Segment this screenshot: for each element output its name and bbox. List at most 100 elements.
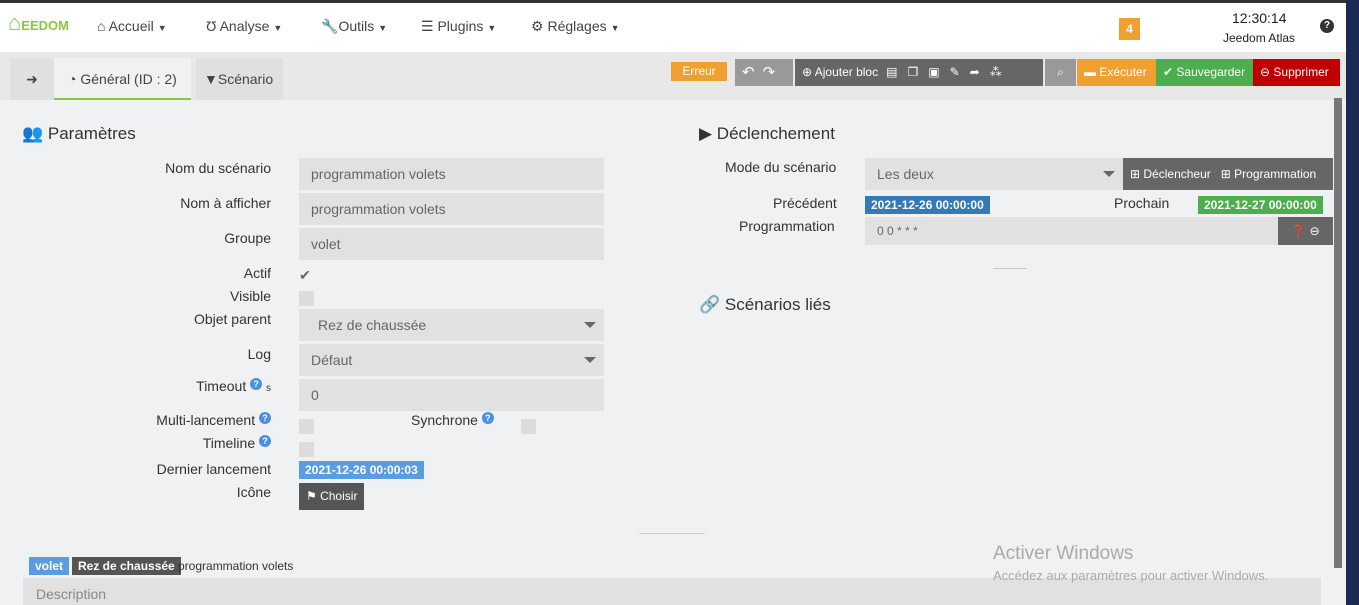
nav-outils[interactable]: 🔧Outils ▼ [321,18,387,35]
sync-checkbox[interactable] [521,419,536,434]
multi-checkbox[interactable] [299,419,314,434]
scrollbar[interactable] [1334,98,1342,568]
linked-title-text: Scénarios liés [724,295,831,314]
search-button[interactable]: ⌕ [1045,59,1076,86]
file-icon[interactable]: ▤ [886,65,907,79]
top-navbar [0,0,1346,52]
nav-analyse[interactable]: Ʊ Analyse ▼ [206,18,282,34]
sync-label: Synchrone ? [411,412,494,428]
help-icon[interactable]: ? [250,378,263,390]
back-button[interactable]: ➜ [10,58,54,100]
filter-icon: ▼ [204,71,218,87]
add-block-button[interactable]: ⊕ Ajouter bloc [802,65,878,79]
save-button[interactable]: ✔ Sauvegarder [1156,59,1253,86]
add-schedule-button[interactable]: ⊞ Programmation [1221,167,1316,181]
nav-accueil[interactable]: ⌂ Accueil ▼ [97,18,167,34]
nav-reglages[interactable]: ⚙ Réglages ▼ [531,18,620,35]
timeout-unit: s [266,383,271,394]
schedule-label: Programmation [739,218,835,234]
choose-icon-button[interactable]: ⚑ Choisir [299,483,365,510]
undo-redo-group: ↶↷ [735,59,793,86]
nav-label: Outils [338,18,375,34]
status-badge: Erreur [671,62,727,81]
scenario-name-input[interactable]: programmation volets [299,158,604,190]
mode-label: Mode du scénario [725,159,837,175]
delete-button[interactable]: ⊖ Supprimer [1253,59,1340,86]
edit-icon[interactable]: ✎ [950,65,970,79]
help-icon[interactable]: ? [259,412,271,424]
help-icon[interactable]: ❓ [1291,224,1306,238]
params-title: 👥 Paramètres [22,124,136,144]
nav-plugins[interactable]: ☰ Plugins ▼ [421,18,496,35]
help-icon[interactable]: ? [481,412,494,424]
log-label: Log [247,346,271,362]
tag-group: volet [29,557,70,575]
last-run-label: Dernier lancement [156,461,271,477]
timeout-input[interactable]: 0 [299,379,604,411]
share-icon[interactable]: ➦ [970,65,990,79]
execute-label: Exécuter [1099,65,1147,79]
help-icon[interactable]: ? [1320,19,1334,33]
trigger-buttons: ⊞ Déclencheur ⊞ Programmation [1123,158,1333,190]
next-date-badge: 2021-12-27 00:00:00 [1198,196,1323,214]
nav-label: Réglages [547,18,607,34]
execute-button[interactable]: ▬ Exécuter [1077,59,1156,86]
dashboard-icon: ◔ [68,71,81,87]
notification-badge[interactable]: 4 [1119,18,1140,40]
watermark-subtitle: Accédez aux paramètres pour activer Wind… [993,568,1269,583]
flag-icon: ⚑ [306,489,321,503]
log-select[interactable]: Défaut [299,344,604,376]
gamepad-icon: ▬ [1084,65,1100,79]
divider [639,533,705,534]
parent-object-select[interactable]: Rez de chaussée [299,309,604,341]
home-icon: ⌂ [97,18,109,34]
last-run-badge: 2021-12-26 00:00:03 [299,461,424,479]
visible-checkbox[interactable] [299,291,314,306]
copy-icon[interactable]: ❐ [907,65,928,79]
group-label: Groupe [224,230,271,246]
redo-icon[interactable]: ↷ [763,64,784,81]
dependencies-icon[interactable]: ⁂ [990,65,1012,79]
trigger-title-text: Déclenchement [716,124,835,143]
users-icon: 👥 [22,124,48,143]
tab-label: Scénario [217,71,274,87]
timeout-label-text: Timeout [196,378,247,394]
display-name-input[interactable]: programmation volets [299,193,604,225]
jeedom-logo[interactable]: ⌂EEDOM [8,10,69,36]
group-input[interactable]: volet [299,228,604,260]
select-icon[interactable]: ▣ [928,65,949,79]
help-icon[interactable]: ? [259,435,271,447]
tab-general[interactable]: ◔ Général (ID : 2) [54,58,191,100]
jeedom-window: ⌂EEDOM ⌂ Accueil ▼ Ʊ Analyse ▼ 🔧Outils ▼ ☰ … [0,0,1346,605]
add-trigger-button[interactable]: ⊞ Déclencheur [1130,167,1211,181]
choose-label: Choisir [320,489,358,503]
visible-label: Visible [230,288,271,304]
next-label: Prochain [1114,195,1170,211]
list-icon: ☰ [421,18,438,34]
undo-icon[interactable]: ↶ [742,64,763,81]
save-label: Sauvegarder [1176,65,1246,79]
remove-icon[interactable]: ⊖ [1310,224,1320,238]
name-label: Nom du scénario [165,160,271,176]
minus-circle-icon: ⊖ [1260,65,1274,79]
tag-parent: Rez de chaussée [72,557,181,575]
add-block-label: Ajouter bloc [814,65,879,79]
play-circle-icon: ▶ [699,124,717,143]
params-title-text: Paramètres [47,124,136,143]
linked-title: 🔗 Scénarios liés [699,295,831,315]
timeout-label: Timeout ? s [21,378,271,394]
timeline-checkbox[interactable] [299,442,314,457]
tab-label: Général (ID : 2) [80,71,177,87]
tab-scenario[interactable]: ▼Scénario [196,58,283,100]
add-trigger-label: Déclencheur [1143,167,1211,181]
timeline-label-text: Timeline [202,435,256,451]
trigger-title: ▶ Déclenchement [699,124,835,144]
tag-name: programmation volets [178,559,294,573]
mode-select[interactable]: Les deux [865,158,1123,190]
parent-label: Objet parent [193,311,271,327]
prev-date-badge: 2021-12-26 00:00:00 [865,196,990,214]
nav-label: Accueil [108,18,154,34]
divider [993,268,1027,269]
schedule-input[interactable]: 0 0 * * * [865,217,1278,245]
active-checkbox[interactable]: ✔ [299,267,314,283]
